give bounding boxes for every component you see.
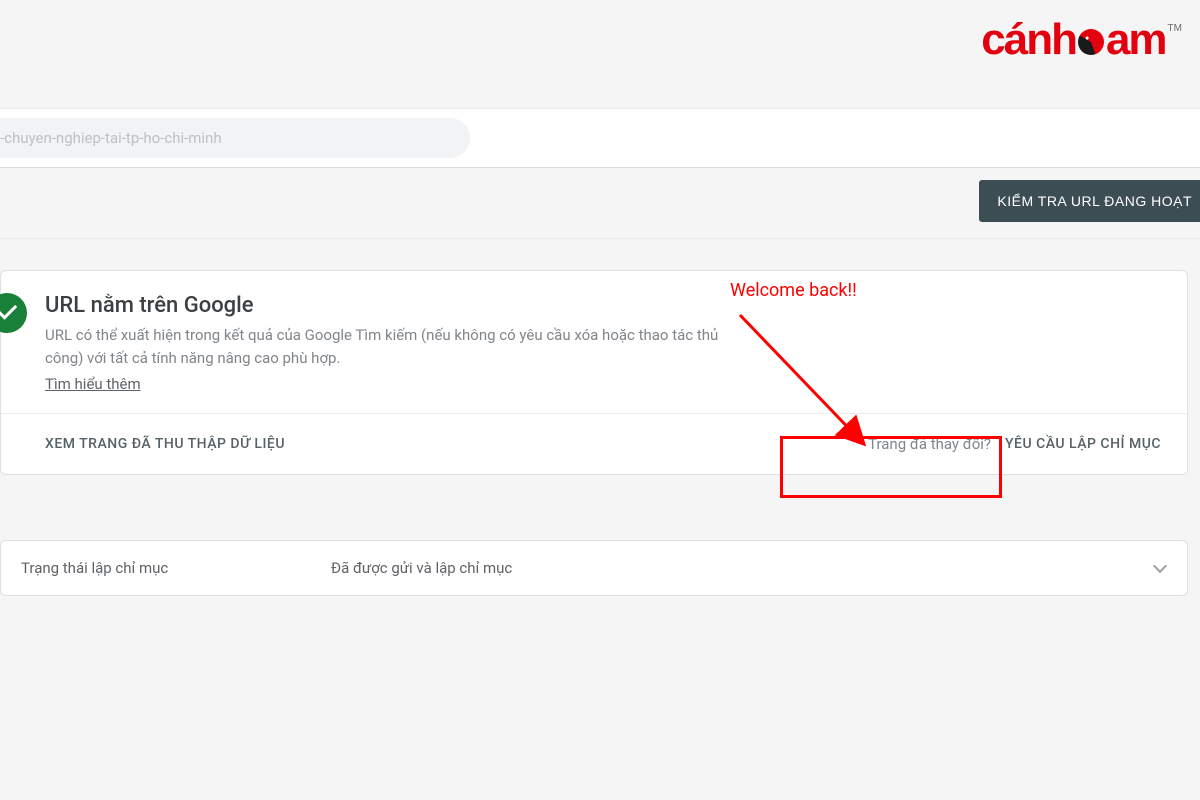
coverage-label: Trạng thái lập chỉ mục bbox=[21, 559, 331, 577]
url-status-card: URL nằm trên Google URL có thể xuất hiện… bbox=[0, 270, 1188, 475]
request-indexing-button[interactable]: YÊU CẦU LẬP CHỈ MỤC bbox=[1003, 432, 1163, 456]
status-heading: URL nằm trên Google bbox=[45, 293, 725, 318]
test-live-url-button[interactable]: KIỂM TRA URL ĐANG HOẠT bbox=[979, 180, 1200, 222]
chevron-down-icon[interactable] bbox=[1153, 561, 1167, 575]
logo-text-right: am bbox=[1106, 18, 1166, 62]
url-fragment: -chuyen-nghiep-tai-tp-ho-chi-minh bbox=[0, 129, 222, 147]
coverage-value: Đã được gửi và lập chỉ mục bbox=[331, 559, 1153, 577]
status-description: URL có thể xuất hiện trong kết quả của G… bbox=[45, 324, 725, 369]
annotation-text: Welcome back!! bbox=[730, 280, 857, 301]
top-action-row: KIỂM TRA URL ĐANG HOẠT bbox=[0, 180, 1200, 239]
view-crawled-page-button[interactable]: XEM TRANG ĐÃ THU THẬP DỮ LIỆU bbox=[45, 436, 285, 452]
inspect-url-input[interactable]: -chuyen-nghiep-tai-tp-ho-chi-minh bbox=[0, 118, 470, 158]
page-changed-label: Trang đã thay đổi? bbox=[868, 435, 991, 453]
coverage-row[interactable]: Trạng thái lập chỉ mục Đã được gửi và lậ… bbox=[0, 540, 1188, 596]
brand-logo: cánh am TM bbox=[981, 18, 1182, 62]
url-input-bar: -chuyen-nghiep-tai-tp-ho-chi-minh bbox=[0, 108, 1200, 168]
logo-text-left: cánh bbox=[981, 18, 1076, 62]
success-check-icon bbox=[0, 293, 27, 333]
learn-more-link[interactable]: Tìm hiểu thêm bbox=[45, 375, 141, 393]
logo-trademark: TM bbox=[1168, 24, 1182, 34]
logo-orb-icon bbox=[1078, 29, 1104, 55]
